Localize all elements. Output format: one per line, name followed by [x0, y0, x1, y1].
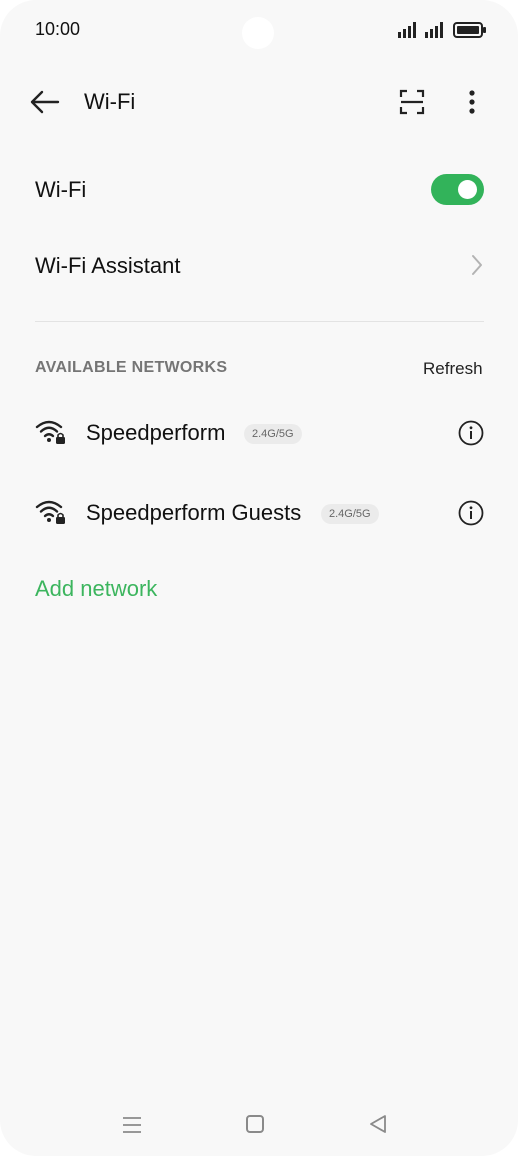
scan-icon	[399, 89, 425, 115]
network-name: Speedperform	[86, 420, 226, 445]
signal-icon	[398, 22, 416, 38]
app-bar: Wi-Fi	[0, 80, 518, 124]
phone-screen: 10:00 Wi-Fi Wi-Fi Wi-Fi Assistant AVAILA…	[0, 0, 518, 1156]
camera-cutout	[242, 17, 274, 49]
wifi-toggle[interactable]	[431, 174, 484, 205]
page-title: Wi-Fi	[84, 89, 136, 114]
more-options-button[interactable]	[460, 86, 484, 118]
network-item[interactable]: Speedperform 2.4G/5G	[0, 405, 518, 461]
info-icon[interactable]	[458, 500, 484, 526]
more-vert-icon	[469, 90, 475, 114]
signal-icon	[425, 22, 443, 38]
divider	[35, 321, 484, 322]
toggle-knob	[458, 180, 477, 199]
network-name: Speedperform Guests	[86, 500, 302, 525]
wifi-locked-icon	[35, 500, 65, 524]
status-time: 10:00	[35, 19, 81, 39]
wifi-label: Wi-Fi	[35, 177, 87, 202]
back-button[interactable]	[28, 86, 64, 118]
home-icon[interactable]	[246, 1115, 264, 1133]
network-item[interactable]: Speedperform Guests 2.4G/5G	[0, 485, 518, 541]
band-badge: 2.4G/5G	[244, 424, 302, 444]
back-arrow-icon	[30, 90, 60, 114]
info-icon[interactable]	[458, 420, 484, 446]
add-network-link[interactable]: Add network	[35, 576, 157, 602]
scan-button[interactable]	[396, 86, 428, 118]
battery-icon	[453, 22, 486, 38]
status-bar: 10:00	[0, 0, 518, 60]
refresh-button[interactable]: Refresh	[423, 359, 483, 379]
band-badge: 2.4G/5G	[321, 504, 379, 524]
chevron-right-icon	[472, 255, 482, 275]
wifi-locked-icon	[35, 420, 65, 444]
back-triangle-icon[interactable]	[368, 1114, 388, 1134]
available-networks-heading: AVAILABLE NETWORKS	[35, 359, 228, 376]
wifi-assistant-item[interactable]: Wi-Fi Assistant	[35, 253, 180, 279]
recent-apps-icon[interactable]	[121, 1115, 143, 1135]
